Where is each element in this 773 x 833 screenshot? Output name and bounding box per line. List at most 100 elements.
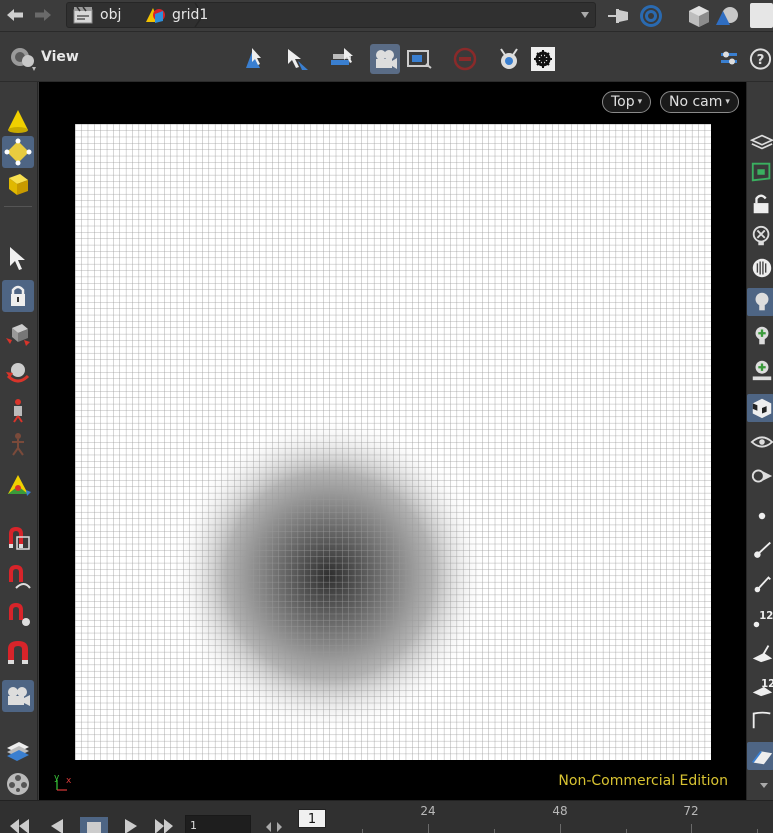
- snapshot-button[interactable]: [494, 44, 524, 74]
- lighting-button[interactable]: [747, 288, 773, 316]
- viewer-toolbar: View ?: [0, 32, 773, 82]
- object-mode-button[interactable]: [2, 104, 34, 136]
- viewer-menu-icon[interactable]: [8, 45, 38, 73]
- camera-icon: [376, 50, 397, 69]
- select-arrow-button[interactable]: [282, 44, 312, 74]
- view-menu-button[interactable]: Top ▾: [602, 91, 652, 113]
- rotate-tool-button[interactable]: [2, 356, 34, 388]
- play-button[interactable]: [116, 817, 144, 833]
- step-arrows-icon: [266, 822, 282, 832]
- path-bar: obj grid1: [0, 0, 773, 32]
- link-target-icon[interactable]: [638, 3, 664, 29]
- viewer-layout-button[interactable]: [716, 44, 746, 74]
- primitives-mode-button[interactable]: [2, 168, 34, 200]
- forward-arrow-icon[interactable]: [30, 4, 56, 26]
- chevron-down-icon[interactable]: [759, 780, 769, 790]
- pointer-stack-icon: [331, 48, 353, 65]
- step-frame-buttons[interactable]: [256, 817, 292, 833]
- lock-tool-button[interactable]: [2, 280, 34, 312]
- prim-numbers-button[interactable]: 12: [747, 672, 773, 700]
- display-options-button[interactable]: [528, 44, 558, 74]
- bulb-off-icon: [752, 225, 770, 246]
- pane-menu-button[interactable]: [750, 3, 773, 28]
- handle-tool-button-left[interactable]: [2, 470, 34, 502]
- crumb-obj[interactable]: obj: [71, 3, 121, 27]
- current-frame-marker[interactable]: 1: [298, 809, 326, 828]
- bug-camera-icon: [500, 48, 518, 69]
- pose-figure-icon: [12, 433, 24, 456]
- layers-icon: [750, 134, 773, 150]
- handle-tool-button[interactable]: [326, 44, 356, 74]
- scale-figure-icon: [13, 399, 23, 423]
- play-icon: [125, 819, 137, 833]
- chevron-down-icon: ▾: [637, 97, 643, 107]
- network-path[interactable]: obj grid1: [66, 2, 596, 28]
- point-display-button[interactable]: [747, 502, 773, 530]
- point-trails-button[interactable]: [747, 570, 773, 598]
- visualizer-button[interactable]: [747, 462, 773, 490]
- select-pose-button[interactable]: [238, 44, 268, 74]
- uv-button[interactable]: [747, 742, 773, 770]
- stop-icon: [87, 822, 101, 833]
- prim-normal-icon: [752, 645, 773, 663]
- bulb-plus-icon: [755, 326, 769, 345]
- snap-grid-button[interactable]: [2, 522, 34, 554]
- geometry-object-icon: [146, 8, 165, 23]
- hulls-button[interactable]: [747, 706, 773, 734]
- camera-menu-button[interactable]: No cam ▾: [660, 91, 739, 113]
- points-mode-button[interactable]: [2, 136, 34, 168]
- point-numbers-button[interactable]: 12: [747, 604, 773, 632]
- move-tool-button[interactable]: [2, 318, 34, 350]
- grid-geometry: [75, 124, 711, 760]
- ghost-button[interactable]: [747, 428, 773, 456]
- light-settings-button[interactable]: [747, 356, 773, 384]
- help-button[interactable]: ?: [748, 44, 773, 74]
- display-layers-button[interactable]: [747, 128, 773, 156]
- chevron-down-icon[interactable]: [579, 7, 591, 23]
- hide-button[interactable]: [747, 222, 773, 250]
- hull-icon: [752, 711, 771, 729]
- axis-indicator-icon: y x: [54, 773, 72, 791]
- screen-view-button[interactable]: [404, 44, 434, 74]
- scale-tool-button[interactable]: [2, 394, 34, 426]
- pin-icon[interactable]: [606, 3, 632, 29]
- render-region-button[interactable]: [2, 732, 34, 764]
- point-normal-icon: [754, 541, 771, 558]
- yellow-cone-icon: [8, 110, 28, 133]
- cube-icon[interactable]: [686, 3, 712, 29]
- uv-plane-icon: [752, 750, 773, 765]
- back-arrow-icon[interactable]: [2, 4, 28, 26]
- snap-point-button[interactable]: [2, 598, 34, 630]
- snap-magnet-button[interactable]: [2, 636, 34, 668]
- diamond-points-icon: [4, 138, 32, 166]
- prim-normals-button[interactable]: [747, 638, 773, 666]
- stop-button[interactable]: [80, 817, 108, 833]
- snap-curve-button[interactable]: [2, 560, 34, 592]
- yellow-cube-icon: [9, 174, 28, 195]
- display-template-button[interactable]: [747, 158, 773, 186]
- select-tool-button[interactable]: [2, 242, 34, 274]
- jump-start-button[interactable]: [6, 817, 34, 833]
- camera-tool-button[interactable]: [2, 680, 34, 712]
- headlight-icon: [752, 258, 772, 278]
- flipbook-button[interactable]: [2, 768, 34, 800]
- unlock-button[interactable]: [747, 190, 773, 218]
- transform-handle-icon: [8, 475, 31, 496]
- play-reverse-button[interactable]: [44, 817, 72, 833]
- headlight-button[interactable]: [747, 254, 773, 282]
- add-light-button[interactable]: [747, 322, 773, 350]
- jump-end-button[interactable]: [150, 817, 178, 833]
- frame-input[interactable]: 1: [185, 815, 251, 833]
- shapes-icon[interactable]: [714, 3, 740, 29]
- crumb-grid1[interactable]: grid1: [143, 3, 208, 27]
- pose-tool-button[interactable]: [2, 428, 34, 460]
- point-normals-button[interactable]: [747, 536, 773, 564]
- playbar: 1 24 48 72 1: [0, 800, 773, 833]
- scene-viewport[interactable]: Top ▾ No cam ▾ y x Non-Commercial Edition: [39, 82, 746, 800]
- no-entry-icon: [453, 47, 477, 71]
- shading-button[interactable]: [747, 394, 773, 422]
- camera-view-button[interactable]: [370, 44, 400, 74]
- timeline-ruler[interactable]: 24 48 72: [296, 801, 773, 833]
- no-entry-button[interactable]: [450, 44, 480, 74]
- visualizer-icon: [751, 469, 773, 483]
